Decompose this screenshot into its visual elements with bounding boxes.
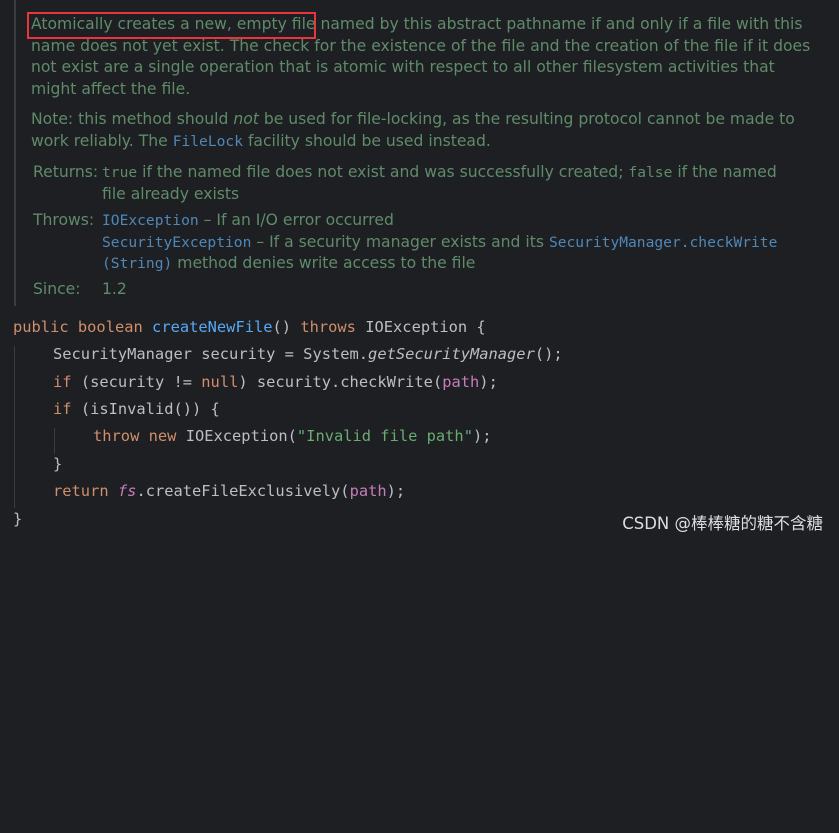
doc-paragraph-1: Atomically creates a new, empty file nam… bbox=[31, 14, 821, 100]
throws-ex2-desc: – If a security manager exists and its bbox=[251, 232, 549, 251]
l3-text-a: (security != bbox=[71, 373, 202, 391]
kw-if: if bbox=[53, 373, 72, 391]
checkwrite-params-link[interactable]: (String) bbox=[102, 255, 172, 272]
kw-throw: throw bbox=[93, 427, 140, 445]
l7-text-b: ); bbox=[386, 482, 406, 500]
since-value: 1.2 bbox=[102, 280, 127, 298]
throws-ex1-desc: – If an I/O error occurred bbox=[198, 211, 394, 229]
returns-body: true if the named file does not exist an… bbox=[102, 162, 802, 205]
checkwrite-link[interactable]: SecurityManager.checkWrite bbox=[549, 234, 777, 251]
code-editor[interactable]: public boolean createNewFile() throws IO… bbox=[0, 314, 839, 833]
throws-label: Throws: bbox=[33, 211, 95, 229]
highlighted-text: Atomically creates a new, empty file bbox=[31, 15, 316, 33]
code-line-7: return fs.createFileExclusively(path); bbox=[53, 478, 405, 505]
returns-false: false bbox=[628, 164, 673, 181]
kw-public: public bbox=[13, 318, 69, 336]
l3-text-c: ); bbox=[479, 373, 498, 391]
ioexception-link[interactable]: IOException bbox=[102, 212, 199, 229]
since-label: Since: bbox=[33, 280, 81, 298]
throws-ex2-end: method denies write access to the file bbox=[172, 254, 476, 273]
code-line-6: } bbox=[53, 451, 62, 478]
l2-static-call: getSecurityManager bbox=[368, 345, 535, 363]
closing-brace-outer: } bbox=[13, 510, 23, 528]
code-line-2: SecurityManager security = System.getSec… bbox=[53, 341, 563, 368]
method-parens: () bbox=[272, 318, 292, 336]
securityexception-link[interactable]: SecurityException bbox=[102, 234, 251, 251]
indent-guide-outer bbox=[14, 346, 15, 508]
throws-type: IOException { bbox=[365, 318, 486, 336]
kw-new: new bbox=[148, 427, 177, 445]
closing-brace-inner: } bbox=[53, 455, 63, 473]
doc-left-rule bbox=[14, 0, 16, 306]
kw-throws: throws bbox=[300, 318, 356, 336]
kw-if-2: if bbox=[53, 400, 72, 418]
field-path: path bbox=[442, 373, 480, 391]
kw-return: return bbox=[53, 482, 109, 500]
l4-text: (isInvalid()) { bbox=[71, 400, 220, 418]
throws-body: IOException – If an I/O error occurred S… bbox=[102, 210, 802, 275]
code-line-1: public boolean createNewFile() throws IO… bbox=[13, 314, 486, 341]
field-fs: fs bbox=[117, 482, 137, 500]
code-line-5: throw new IOException("Invalid file path… bbox=[93, 423, 492, 450]
l2-text-a: SecurityManager security = System. bbox=[53, 345, 369, 363]
field-path-2: path bbox=[349, 482, 387, 500]
method-name: createNewFile bbox=[152, 318, 273, 336]
string-literal: "Invalid file path" bbox=[296, 427, 473, 445]
returns-label: Returns: bbox=[33, 163, 99, 181]
returns-mid: if the named file does not exist and was… bbox=[137, 163, 629, 181]
throws-item-1: IOException – If an I/O error occurred bbox=[102, 210, 802, 232]
code-line-3: if (security != null) security.checkWrit… bbox=[53, 369, 498, 396]
l3-text-b: ) security.checkWrite( bbox=[238, 373, 443, 391]
doc-paragraph-2: Note: this method should not be used for… bbox=[31, 109, 821, 152]
l5-text-a: IOException( bbox=[176, 427, 297, 445]
doc-description: Atomically creates a new, empty file nam… bbox=[31, 14, 821, 162]
l2-text-c: (); bbox=[534, 345, 563, 363]
filelock-link[interactable]: FileLock bbox=[173, 133, 243, 150]
l7-text-a: .createFileExclusively( bbox=[136, 482, 350, 500]
returns-true: true bbox=[102, 164, 138, 181]
doc-p2-emphasis: not bbox=[233, 110, 259, 129]
kw-boolean: boolean bbox=[77, 318, 143, 336]
kw-null: null bbox=[201, 373, 239, 391]
javadoc-panel: Atomically creates a new, empty file nam… bbox=[0, 0, 839, 306]
code-line-8: } bbox=[13, 506, 22, 533]
doc-p2-text-a: Note: this method should bbox=[31, 110, 234, 129]
code-line-4: if (isInvalid()) { bbox=[53, 396, 220, 423]
l5-text-b: ); bbox=[472, 427, 492, 445]
throws-item-2: SecurityException – If a security manage… bbox=[102, 232, 802, 275]
doc-p2-text-c: facility should be used instead. bbox=[242, 131, 491, 150]
watermark: CSDN @棒棒糖的糖不含糖 bbox=[622, 514, 823, 533]
